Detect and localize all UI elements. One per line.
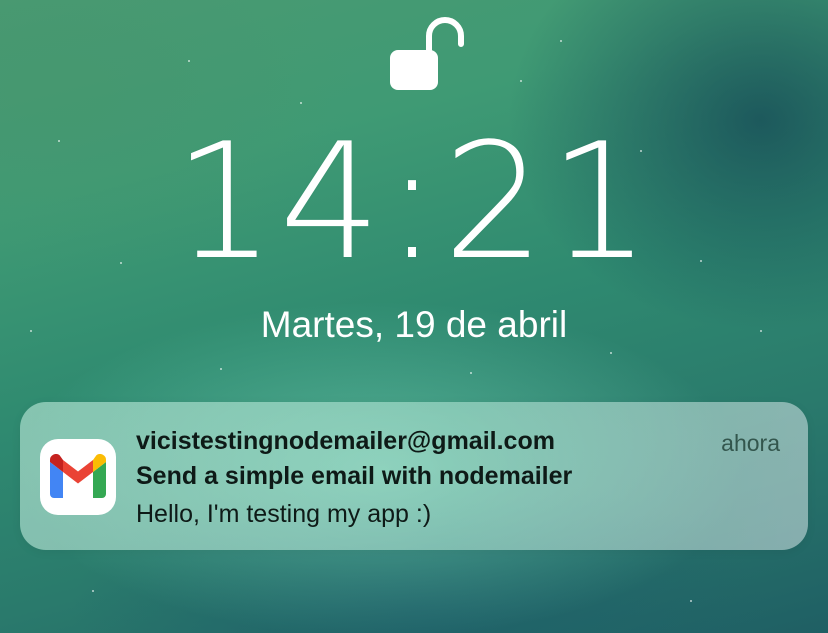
gmail-icon	[40, 439, 116, 515]
gmail-logo	[50, 454, 106, 498]
unlocked-padlock-icon-graphic	[390, 17, 464, 90]
email-notification[interactable]: vicistestingnodemailer@gmail.com ahora S…	[20, 402, 808, 550]
star	[92, 590, 94, 592]
lock-screen-date: Martes, 19 de abril	[260, 304, 568, 345]
star	[560, 40, 562, 42]
star	[470, 372, 472, 374]
unlocked-padlock-icon[interactable]	[389, 14, 465, 92]
notification-sender: vicistestingnodemailer@gmail.com	[136, 427, 555, 455]
star	[300, 102, 302, 104]
star	[690, 600, 692, 602]
notification-timestamp: ahora	[721, 430, 780, 456]
notification-body: Hello, I'm testing my app :)	[136, 500, 432, 528]
lock-screen-time: 14:21	[173, 108, 655, 295]
star	[610, 352, 612, 354]
star	[220, 368, 222, 370]
notification-subject: Send a simple email with nodemailer	[136, 462, 573, 490]
star	[188, 60, 190, 62]
star	[520, 80, 522, 82]
